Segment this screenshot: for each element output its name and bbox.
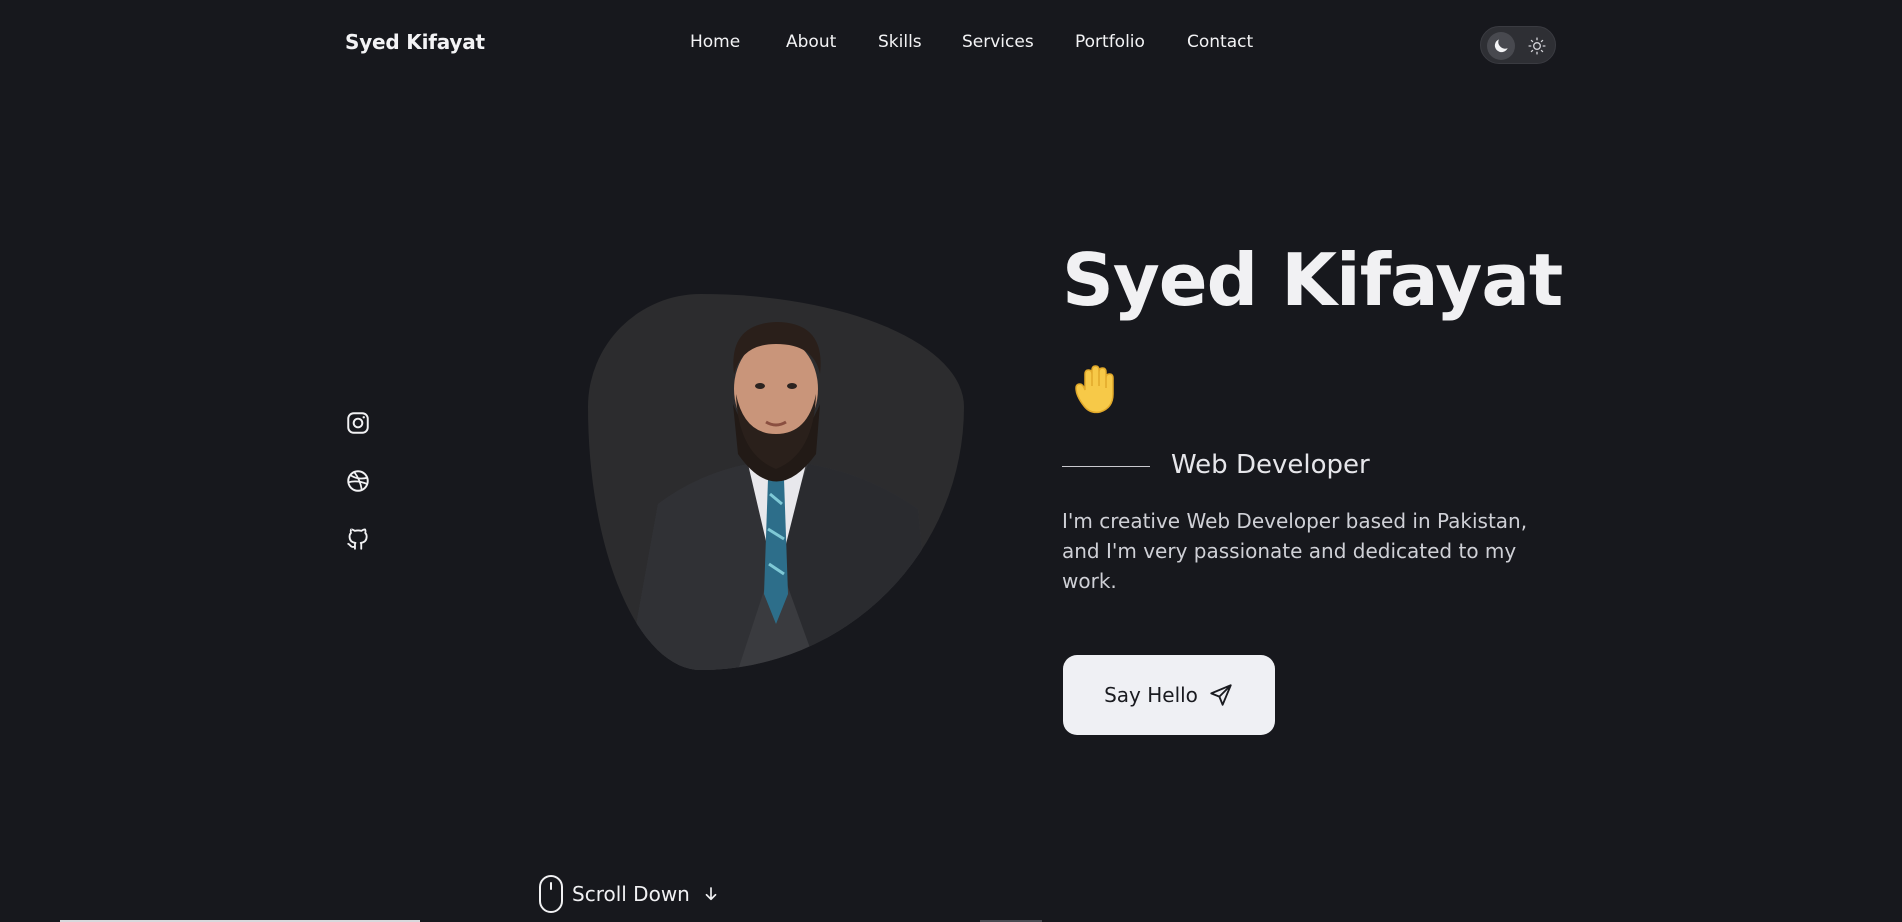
hero-description: I'm creative Web Developer based in Paki… [1062, 509, 1528, 593]
waving-hand-icon [1066, 362, 1122, 418]
arrow-down-icon [705, 887, 717, 901]
theme-toggle[interactable] [1480, 26, 1556, 64]
nav-about[interactable]: About [786, 32, 836, 52]
dribbble-link[interactable] [345, 468, 371, 494]
dribbble-icon [347, 470, 369, 492]
instagram-link[interactable] [345, 410, 371, 436]
profile-photo [628, 322, 933, 670]
hero-subtitle: Web Developer [1171, 450, 1370, 480]
nav-home[interactable]: Home [690, 32, 740, 52]
send-icon [1210, 684, 1232, 706]
nav-portfolio[interactable]: Portfolio [1075, 32, 1145, 52]
nav-skills[interactable]: Skills [878, 32, 922, 52]
github-icon [347, 528, 368, 550]
scroll-down-link[interactable]: Scroll Down [538, 874, 720, 914]
instagram-icon [347, 412, 369, 434]
say-hello-label: Say Hello [1104, 683, 1198, 707]
say-hello-button[interactable]: Say Hello [1063, 655, 1275, 735]
brand-logo[interactable]: Syed Kifayat [345, 30, 485, 54]
moon-icon [1494, 39, 1508, 53]
nav-services[interactable]: Services [962, 32, 1034, 52]
mouse-icon [539, 875, 563, 913]
github-link[interactable] [345, 526, 371, 552]
sun-icon [1528, 37, 1546, 55]
nav-contact[interactable]: Contact [1187, 32, 1253, 52]
scroll-down-label: Scroll Down [572, 882, 690, 906]
hero-title: Syed Kifayat [1062, 238, 1563, 322]
page: Syed Kifayat Home About Skills Services … [0, 0, 1902, 922]
profile-image-blob [588, 294, 964, 670]
subtitle-divider [1062, 466, 1150, 467]
